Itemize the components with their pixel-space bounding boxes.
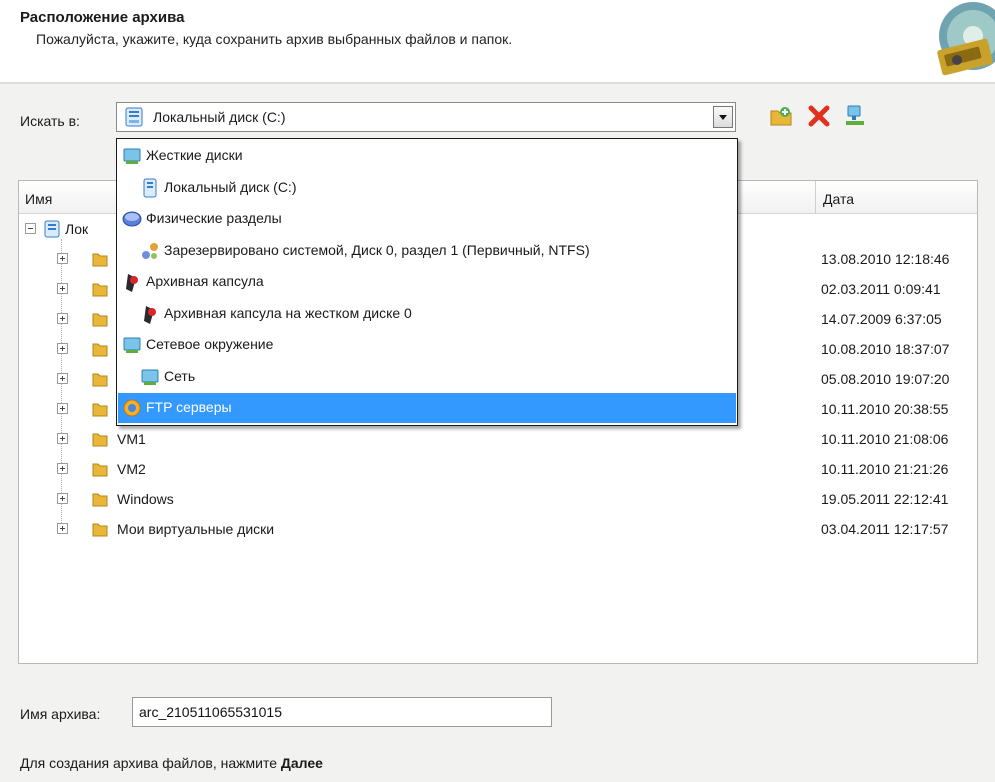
column-name-header[interactable]: Имя — [25, 191, 52, 207]
row-date: 10.11.2010 21:08:06 — [821, 431, 949, 447]
hint-text: Для создания архива файлов, нажмите Дале… — [20, 755, 323, 771]
folder-icon — [92, 523, 108, 537]
dropdown-item[interactable]: Сеть — [118, 362, 736, 392]
page-subtitle: Пожалуйста, укажите, куда сохранить архи… — [36, 31, 513, 47]
dropdown-item[interactable]: Физические разделы — [118, 204, 736, 234]
dropdown-item[interactable]: FTP серверы — [118, 393, 736, 423]
dropdown-item-label: Физические разделы — [146, 210, 282, 226]
row-name: VM2 — [117, 461, 146, 477]
row-date: 14.07.2009 6:37:05 — [821, 311, 942, 327]
dropdown-item-label: Локальный диск (C:) — [164, 178, 297, 195]
folder-icon — [92, 433, 108, 447]
dropdown-item-label: Архивная капсула на жестком диске 0 — [164, 304, 412, 321]
look-in-value: Локальный диск (C:) — [153, 109, 286, 125]
archive-name-label: Имя архива: — [20, 706, 101, 722]
folder-icon — [92, 463, 108, 477]
collapse-toggle-icon[interactable] — [25, 223, 36, 234]
look-in-label: Искать в: — [20, 113, 80, 129]
ftp-servers-icon — [123, 399, 141, 417]
row-name: Windows — [117, 491, 174, 507]
row-date: 10.08.2010 18:37:07 — [821, 341, 950, 357]
chevron-down-icon[interactable] — [713, 106, 733, 128]
folder-icon — [92, 253, 108, 267]
physical-partitions-icon — [122, 211, 142, 227]
row-date: 10.11.2010 21:21:26 — [821, 461, 949, 477]
column-date-header[interactable]: Дата — [823, 191, 854, 207]
dropdown-item-label: Сетевое окружение — [146, 336, 274, 352]
expand-toggle-icon[interactable] — [57, 313, 68, 324]
archive-capsule-icon — [126, 274, 138, 292]
table-row[interactable]: VM1 10.11.2010 21:08:06 — [19, 425, 977, 455]
dropdown-item[interactable]: Архивная капсула на жестком диске 0 — [118, 299, 736, 329]
new-folder-icon[interactable] — [768, 103, 794, 129]
network-drive-icon[interactable] — [842, 103, 868, 129]
network-icon — [141, 369, 159, 385]
table-row[interactable]: VM2 10.11.2010 21:21:26 — [19, 455, 977, 485]
network-neighborhood-icon — [123, 337, 141, 353]
dropdown-item[interactable]: Архивная капсула — [118, 267, 736, 297]
column-divider — [815, 181, 816, 213]
row-name: Мои виртуальные диски — [117, 521, 275, 537]
expand-toggle-icon[interactable] — [57, 403, 68, 414]
page-title: Расположение архива — [20, 9, 185, 26]
row-date: 03.04.2011 12:17:57 — [821, 521, 949, 537]
hint-text-main: Для создания архива файлов, нажмите — [20, 755, 281, 771]
look-in-dropdown-list[interactable]: Жесткие диски Локальный диск (C:) Физическ… — [116, 138, 738, 426]
table-row[interactable]: Windows 19.05.2011 22:12:41 — [19, 485, 977, 515]
archive-capsule-icon — [144, 305, 156, 324]
dropdown-item[interactable]: Жесткие диски — [118, 141, 736, 171]
dropdown-item[interactable]: Сетевое окружение — [118, 330, 736, 360]
expand-toggle-icon[interactable] — [57, 463, 68, 474]
expand-toggle-icon[interactable] — [57, 253, 68, 264]
hint-next-emphasis: Далее — [280, 755, 323, 771]
look-in-combobox[interactable]: Локальный диск (C:) — [116, 102, 736, 132]
dropdown-item-label: Зарезервировано системой, Диск 0, раздел… — [164, 241, 590, 258]
folder-icon — [92, 313, 108, 327]
wizard-header: Расположение архива Пожалуйста, укажите,… — [0, 0, 995, 82]
row-name: VM1 — [117, 431, 146, 447]
local-disk-icon — [143, 178, 157, 197]
row-date: 13.08.2010 12:18:46 — [821, 251, 950, 267]
dropdown-item[interactable]: Локальный диск (C:) — [118, 173, 736, 203]
local-disk-icon — [44, 220, 60, 238]
folder-icon — [92, 373, 108, 387]
folder-icon — [92, 343, 108, 357]
table-row[interactable]: Мои виртуальные диски 03.04.2011 12:17:57 — [19, 515, 977, 545]
expand-toggle-icon[interactable] — [57, 343, 68, 354]
folder-icon — [92, 493, 108, 507]
local-disk-icon — [125, 107, 143, 127]
row-date: 10.11.2010 20:38:55 — [821, 401, 949, 417]
archive-name-input[interactable] — [132, 697, 552, 727]
hard-disks-icon — [123, 148, 141, 164]
folder-icon — [92, 403, 108, 417]
dropdown-item-label: Сеть — [164, 367, 196, 384]
expand-toggle-icon[interactable] — [57, 433, 68, 444]
dropdown-item[interactable]: Зарезервировано системой, Диск 0, раздел… — [118, 236, 736, 266]
tree-root-label: Лок — [65, 221, 89, 237]
partition-icon — [142, 242, 158, 259]
expand-toggle-icon[interactable] — [57, 493, 68, 504]
folder-icon — [92, 283, 108, 297]
row-date: 19.05.2011 22:12:41 — [821, 491, 949, 507]
dropdown-item-label: Жесткие диски — [146, 147, 243, 163]
delete-icon[interactable] — [806, 103, 832, 129]
row-date: 05.08.2010 19:07:20 — [821, 371, 950, 387]
dropdown-item-label: Архивная капсула — [146, 273, 264, 289]
expand-toggle-icon[interactable] — [57, 283, 68, 294]
row-date: 02.03.2011 0:09:41 — [821, 281, 941, 297]
dropdown-item-label: FTP серверы — [146, 399, 232, 415]
expand-toggle-icon[interactable] — [57, 523, 68, 534]
archive-disc-logo-icon — [937, 2, 995, 76]
expand-toggle-icon[interactable] — [57, 373, 68, 384]
